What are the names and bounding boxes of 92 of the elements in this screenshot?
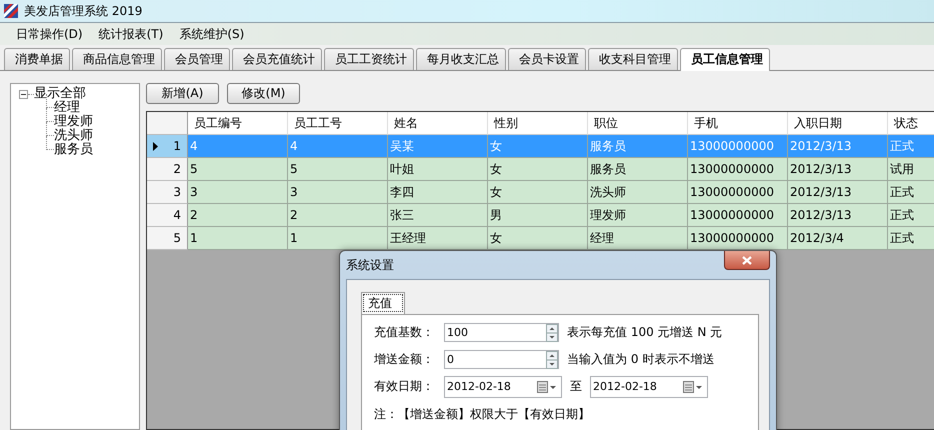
table-cell: 男 bbox=[488, 204, 588, 227]
calendar-dropdown-icon[interactable] bbox=[537, 380, 557, 392]
row-pointer-icon bbox=[153, 142, 158, 150]
note-text: 注：【增送金额】权限大于【有效日期】 bbox=[374, 406, 591, 423]
table-cell: 经理 bbox=[588, 227, 688, 250]
table-cell: 正式 bbox=[888, 204, 934, 227]
table-cell: 正式 bbox=[888, 135, 934, 158]
table-row[interactable]: 4 2 2 张三 男 理发师 13000000000 2012/3/13 正式 bbox=[147, 204, 934, 227]
row-number: 3 bbox=[173, 185, 181, 199]
close-icon bbox=[742, 256, 752, 264]
menu-item[interactable]: 日常操作(D) bbox=[8, 24, 91, 44]
tab[interactable]: 员工信息管理 bbox=[680, 48, 770, 71]
table-cell: 试用 bbox=[888, 158, 934, 181]
tree-item[interactable]: 洗头师 bbox=[54, 129, 93, 143]
table-cell: 13000000000 bbox=[688, 135, 788, 158]
tab[interactable]: 会员充值统计 bbox=[232, 48, 322, 70]
hint-text: 表示每充值 100 元增送 N 元 bbox=[567, 324, 722, 341]
table-cell: 1 bbox=[188, 227, 288, 250]
close-button[interactable] bbox=[724, 251, 770, 270]
row-number: 1 bbox=[173, 139, 181, 153]
app-logo-icon bbox=[4, 4, 18, 18]
table-cell: 13000000000 bbox=[688, 181, 788, 204]
table-cell: 理发师 bbox=[588, 204, 688, 227]
field-label: 充值基数： bbox=[374, 324, 435, 341]
window-title: 美发店管理系统 2019 bbox=[24, 2, 142, 20]
table-cell: 张三 bbox=[388, 204, 488, 227]
table-cell: 2012/3/4 bbox=[788, 227, 888, 250]
table-cell: 1 bbox=[288, 227, 388, 250]
table-cell: 女 bbox=[488, 181, 588, 204]
table-cell: 服务员 bbox=[588, 135, 688, 158]
row-number: 4 bbox=[173, 208, 181, 222]
tree-item[interactable]: 经理 bbox=[54, 101, 80, 115]
date-field[interactable]: 2012-02-18 bbox=[444, 376, 562, 398]
range-separator: 至 bbox=[570, 378, 582, 395]
tab[interactable]: 收支科目管理 bbox=[588, 48, 678, 70]
hint-text: 当输入值为 0 时表示不增送 bbox=[567, 351, 714, 368]
table-cell: 2 bbox=[188, 204, 288, 227]
table-cell: 正式 bbox=[888, 181, 934, 204]
table-cell: 13000000000 bbox=[688, 204, 788, 227]
table-cell: 5 bbox=[188, 158, 288, 181]
table-cell: 女 bbox=[488, 135, 588, 158]
table-row[interactable]: 2 5 5 叶姐 女 服务员 13000000000 2012/3/13 试用 bbox=[147, 158, 934, 181]
date-field[interactable]: 2012-02-18 bbox=[590, 376, 708, 398]
table-cell: 2012/3/13 bbox=[788, 158, 888, 181]
table-row[interactable]: 1 4 4 吴某 女 服务员 13000000000 2012/3/13 正式 bbox=[147, 135, 934, 158]
spinner-icon[interactable] bbox=[546, 350, 558, 368]
field-label: 增送金额： bbox=[374, 351, 435, 368]
toolbar-button[interactable]: 修改(M) bbox=[227, 83, 300, 104]
toolbar-button[interactable]: 新增(A) bbox=[146, 83, 219, 104]
field-label: 有效日期： bbox=[374, 378, 435, 395]
table-cell: 正式 bbox=[888, 227, 934, 250]
tab[interactable]: 每月收支汇总 bbox=[416, 48, 506, 70]
spin-field[interactable]: 100 bbox=[444, 323, 559, 342]
table-cell: 女 bbox=[488, 158, 588, 181]
table-cell: 13000000000 bbox=[688, 158, 788, 181]
tab[interactable]: 商品信息管理 bbox=[72, 48, 162, 70]
table-cell: 吴某 bbox=[388, 135, 488, 158]
tree-item[interactable]: 显示全部 bbox=[34, 87, 86, 101]
tab[interactable]: 会员卡设置 bbox=[508, 48, 586, 70]
table-cell: 2 bbox=[288, 204, 388, 227]
table-cell: 李四 bbox=[388, 181, 488, 204]
table-cell: 4 bbox=[288, 135, 388, 158]
table-cell: 女 bbox=[488, 227, 588, 250]
spinner-icon[interactable] bbox=[546, 324, 558, 342]
spin-field[interactable]: 0 bbox=[444, 350, 559, 369]
table-cell: 3 bbox=[288, 181, 388, 204]
tab[interactable]: 消费单据 bbox=[4, 48, 70, 70]
table-cell: 4 bbox=[188, 135, 288, 158]
row-number: 5 bbox=[173, 231, 181, 245]
table-cell: 叶姐 bbox=[388, 158, 488, 181]
tab[interactable]: 员工工资统计 bbox=[324, 48, 414, 70]
table-cell: 5 bbox=[288, 158, 388, 181]
tree-item[interactable]: 服务员 bbox=[54, 143, 93, 157]
row-number: 2 bbox=[173, 162, 181, 176]
tab[interactable]: 充值 bbox=[361, 292, 405, 314]
table-cell: 2012/3/13 bbox=[788, 181, 888, 204]
table-cell: 2012/3/13 bbox=[788, 204, 888, 227]
dialog-title: 系统设置 bbox=[346, 257, 394, 274]
table-cell: 13000000000 bbox=[688, 227, 788, 250]
table-row[interactable]: 3 3 3 李四 女 洗头师 13000000000 2012/3/13 正式 bbox=[147, 181, 934, 204]
menu-item[interactable]: 系统维护(S) bbox=[171, 24, 252, 44]
calendar-dropdown-icon[interactable] bbox=[683, 380, 703, 392]
table-cell: 服务员 bbox=[588, 158, 688, 181]
table-cell: 3 bbox=[188, 181, 288, 204]
collapse-icon[interactable] bbox=[19, 90, 28, 98]
table-cell: 洗头师 bbox=[588, 181, 688, 204]
table-cell: 王经理 bbox=[388, 227, 488, 250]
tab[interactable]: 会员管理 bbox=[164, 48, 230, 70]
menu-item[interactable]: 统计报表(T) bbox=[90, 24, 172, 44]
tree-item[interactable]: 理发师 bbox=[54, 115, 93, 129]
table-row[interactable]: 5 1 1 王经理 女 经理 13000000000 2012/3/4 正式 bbox=[147, 227, 934, 250]
table-cell: 2012/3/13 bbox=[788, 135, 888, 158]
